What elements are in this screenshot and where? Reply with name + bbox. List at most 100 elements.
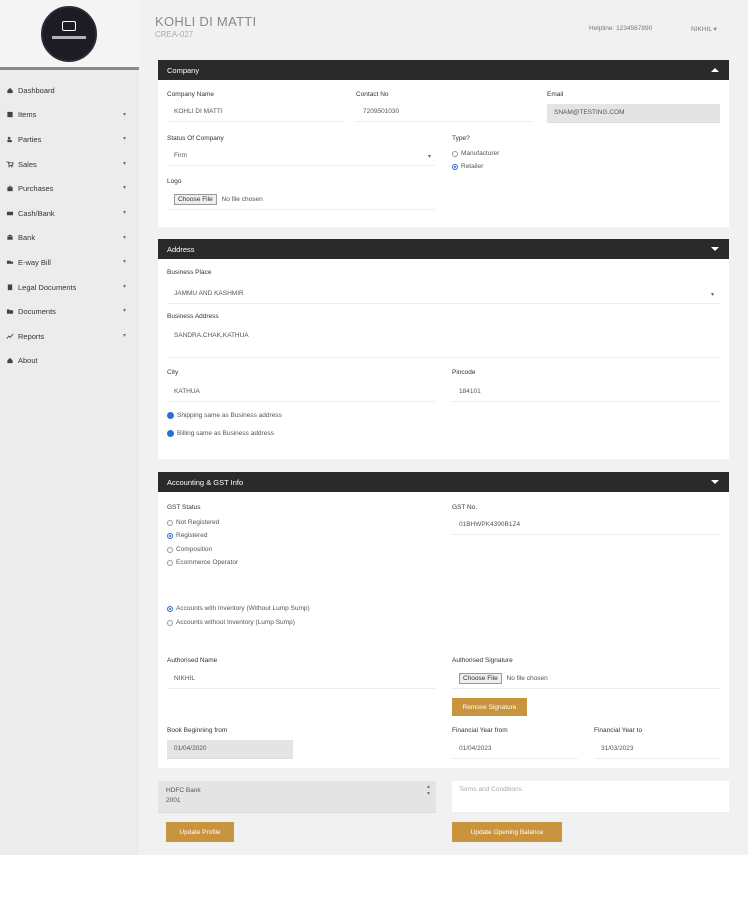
address-panel: Address Business Place JAMMU AND KASHMIR…	[158, 239, 729, 459]
cart-icon	[6, 161, 15, 168]
user-menu[interactable]: NIKHIL ▾	[691, 25, 717, 33]
sidebar-item-documents[interactable]: Documents ▾	[0, 299, 139, 324]
choose-file-button[interactable]: Choose File	[459, 673, 502, 684]
gst-option-registered[interactable]: Registered	[167, 532, 207, 539]
gst-option-composition[interactable]: Composition	[167, 546, 212, 553]
chevron-down-icon[interactable]: ▾	[123, 258, 126, 265]
email-label: Email	[547, 91, 564, 98]
app-window: Dashboard Items ▾ Parties ▾ Sales ▾ Purchases ▾ C…	[0, 0, 748, 855]
check-icon[interactable]	[167, 430, 174, 437]
inventory-option-without[interactable]: Accounts without Inventory (Lump Sump)	[167, 619, 295, 626]
gst-status-label: GST Status	[167, 504, 201, 511]
gst-option-ecommerce[interactable]: Ecommerce Operator	[167, 559, 238, 566]
shipping-same-checkbox[interactable]: Shipping same as Business address	[167, 412, 282, 419]
address-heading: Address	[167, 244, 195, 254]
contact-field[interactable]: 7209501030	[356, 103, 533, 122]
sidebar-item-items[interactable]: Items ▾	[0, 103, 139, 128]
status-select[interactable]: Firm	[167, 147, 435, 166]
signature-file-input[interactable]: Choose File No file chosen	[452, 670, 720, 689]
bank-line-2: 2001	[166, 797, 181, 804]
chevron-down-icon[interactable]: ▾	[123, 332, 126, 339]
sidebar-item-parties[interactable]: Parties ▾	[0, 127, 139, 152]
logo-mark	[62, 21, 76, 31]
sidebar-item-label: Sales	[18, 159, 37, 169]
accounting-panel-header[interactable]: Accounting & GST Info	[158, 472, 729, 492]
shipping-same-label: Shipping same as Business address	[177, 412, 282, 419]
chevron-up-icon[interactable]	[710, 65, 720, 75]
radio-button[interactable]	[452, 150, 458, 157]
type-option-manufacturer[interactable]: Manufacturer	[452, 150, 499, 157]
type-option-retailer[interactable]: Retailer	[452, 163, 483, 170]
company-name-label: Company Name	[167, 91, 214, 98]
radio-button-selected[interactable]	[452, 163, 458, 170]
sidebar-item-about[interactable]: About	[0, 349, 139, 374]
fy-to-field[interactable]: 31/03/2023	[594, 740, 720, 759]
billing-same-label: Billing same as Business address	[177, 430, 274, 437]
chevron-down-icon[interactable]: ▾	[123, 307, 126, 314]
city-field[interactable]: KATHUA	[167, 383, 435, 402]
fy-from-field[interactable]: 01/04/2023	[452, 740, 578, 759]
file-status: No file chosen	[221, 196, 263, 203]
sidebar-item-reports[interactable]: Reports ▾	[0, 324, 139, 349]
sidebar-item-dashboard[interactable]: Dashboard	[0, 78, 139, 103]
sidebar-item-label: Parties	[18, 134, 42, 144]
sidebar-item-sales[interactable]: Sales ▾	[0, 152, 139, 177]
sidebar-item-cash-bank[interactable]: Cash/Bank ▾	[0, 201, 139, 226]
file-status: No file chosen	[506, 675, 548, 682]
inventory-option-with[interactable]: Accounts with Inventory (Without Lump Su…	[167, 605, 310, 612]
chevron-down-icon[interactable]: ▾	[123, 111, 126, 118]
authorised-name-field[interactable]: NIKHIL	[167, 670, 435, 689]
chevron-down-icon: ▾	[711, 292, 715, 298]
address-panel-header[interactable]: Address	[158, 239, 729, 259]
bank-details-textarea[interactable]: HDFC Bank 2001	[158, 781, 436, 813]
sidebar-item-bank[interactable]: Bank ▾	[0, 226, 139, 251]
pincode-label: Pincode	[452, 369, 476, 376]
company-logo[interactable]	[41, 6, 97, 62]
chevron-down-icon[interactable]	[710, 244, 720, 254]
gst-no-field[interactable]: 01BHWPK4390B1Z4	[452, 516, 720, 535]
remove-signature-button[interactable]: Remove Signature	[452, 698, 527, 716]
radio-button-selected[interactable]	[167, 532, 173, 539]
chevron-down-icon[interactable]: ▾	[123, 160, 126, 167]
sidebar-item-legal-documents[interactable]: Legal Documents ▾	[0, 275, 139, 300]
contact-label: Contact No	[356, 91, 389, 98]
logo-file-input[interactable]: Choose File No file chosen	[167, 191, 435, 210]
chevron-down-icon[interactable]: ▾	[123, 135, 126, 142]
radio-button[interactable]	[167, 559, 173, 566]
business-place-select[interactable]: JAMMU AND KASHMIR	[167, 285, 720, 304]
business-address-textarea[interactable]: SANDRA,CHAK,KATHUA	[167, 327, 720, 358]
update-profile-button[interactable]: Update Profile	[166, 822, 234, 842]
chevron-down-icon[interactable]: ▾	[123, 234, 126, 241]
company-name-field[interactable]: KOHLI DI MATTI	[167, 103, 345, 122]
sidebar-item-label: Purchases	[18, 184, 54, 194]
pincode-field[interactable]: 184101	[452, 383, 720, 402]
chevron-down-icon[interactable]: ▾	[123, 209, 126, 216]
radio-button[interactable]	[167, 546, 173, 553]
radio-button[interactable]	[167, 519, 173, 526]
status-label: Status Of Company	[167, 135, 224, 142]
chevron-down-icon[interactable]	[710, 477, 720, 487]
check-icon[interactable]	[167, 412, 174, 419]
type-option-label: Manufacturer	[461, 150, 500, 157]
authorised-signature-label: Authorised Signature	[452, 657, 513, 664]
update-opening-balance-button[interactable]: Update Opening Balance	[452, 822, 562, 842]
sidebar-item-label: Documents	[18, 307, 56, 317]
terms-textarea[interactable]: Terms and Conditions	[452, 781, 729, 813]
bank-line-1: HDFC Bank	[166, 787, 201, 794]
scroll-arrows-icon[interactable]: ▴ ▾	[427, 784, 430, 798]
company-panel-header[interactable]: Company	[158, 60, 729, 80]
sidebar-item-e-way-bill[interactable]: E-way Bill ▾	[0, 250, 139, 275]
chevron-down-icon[interactable]: ▾	[123, 283, 126, 290]
radio-button-selected[interactable]	[167, 605, 173, 612]
choose-file-button[interactable]: Choose File	[174, 194, 217, 205]
inventory-option-label: Accounts without Inventory (Lump Sump)	[176, 619, 295, 626]
logo-area	[0, 0, 139, 70]
billing-same-checkbox[interactable]: Billing same as Business address	[167, 430, 274, 437]
bag-icon	[6, 185, 15, 192]
sidebar-item-purchases[interactable]: Purchases ▾	[0, 176, 139, 201]
sidebar-nav: Dashboard Items ▾ Parties ▾ Sales ▾ Purchases ▾ C…	[0, 78, 139, 373]
radio-button[interactable]	[167, 619, 173, 626]
chevron-down-icon[interactable]: ▾	[123, 184, 126, 191]
gst-option-not-registered[interactable]: Not Registered	[167, 519, 219, 526]
bank-icon	[6, 234, 15, 241]
